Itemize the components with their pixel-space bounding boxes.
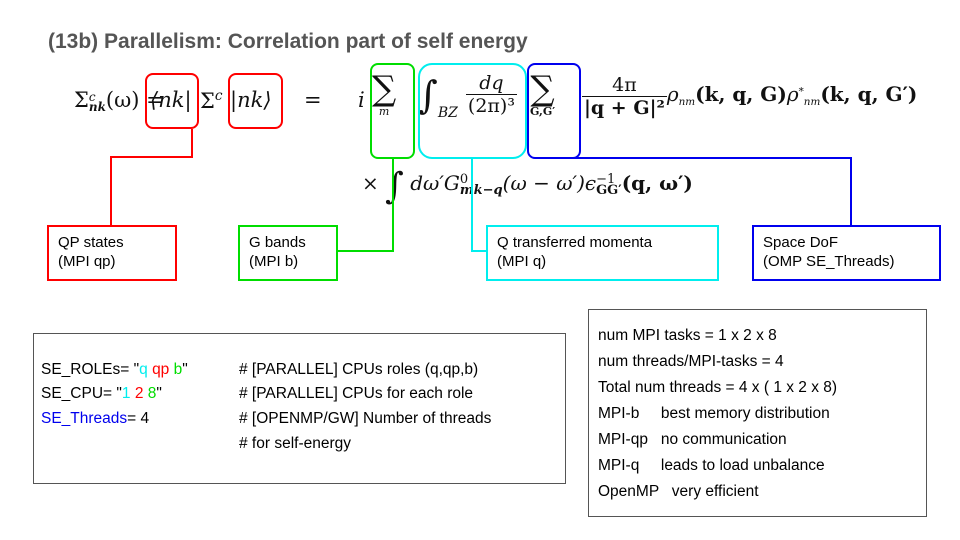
label-qp-sub: (MPI qp)	[58, 253, 116, 270]
connector-qp	[110, 129, 193, 226]
label-q-sub: (MPI q)	[497, 253, 547, 270]
summary-line: MPI-qp no communication	[598, 431, 787, 448]
label-space-title: Space DoF	[763, 234, 839, 251]
roles-b: b	[173, 361, 183, 378]
connector-q	[471, 159, 487, 252]
roles-qp: qp	[152, 361, 170, 378]
label-g-bands: G bands (MPI b)	[238, 225, 338, 281]
roles-end: "	[182, 361, 188, 378]
comment-se-threads-2: # for self-energy	[239, 435, 351, 452]
label-q-title: Q transferred momenta	[497, 234, 653, 251]
roles-key: SE_ROLEs= "	[41, 361, 140, 378]
connector-bands	[337, 159, 394, 252]
summary-line: num threads/MPI-tasks = 4	[598, 353, 784, 370]
label-bands-sub: (MPI b)	[249, 253, 299, 270]
code-se-cpu: SE_CPU= "1 2 8"	[41, 385, 162, 403]
label-qp-title: QP states	[58, 234, 124, 251]
cpu-end: "	[156, 385, 162, 402]
summary-line: MPI-q leads to load unbalance	[598, 457, 825, 474]
comment-se-cpu: # [PARALLEL] CPUs for each role	[239, 385, 474, 402]
comment-se-roles: # [PARALLEL] CPUs roles (q,qp,b)	[239, 361, 479, 378]
connector-space	[555, 157, 852, 226]
input-code-panel: SE_ROLEs= "q qp b" # [PARALLEL] CPUs rol…	[33, 333, 566, 484]
summary-line: Total num threads = 4 x ( 1 x 2 x 8)	[598, 379, 838, 396]
threads-key: SE_Threads	[41, 410, 128, 427]
label-bands-title: G bands	[249, 234, 306, 251]
summary-line: OpenMP very efficient	[598, 483, 759, 500]
code-se-roles: SE_ROLEs= "q qp b"	[41, 361, 188, 379]
label-qp-states: QP states (MPI qp)	[47, 225, 177, 281]
label-space-dof: Space DoF (OMP SE_Threads)	[752, 225, 941, 281]
summary-line: MPI-b best memory distribution	[598, 405, 830, 422]
code-se-threads: SE_Threads= 4	[41, 410, 149, 428]
label-space-sub: (OMP SE_Threads)	[763, 253, 895, 270]
summary-line: num MPI tasks = 1 x 2 x 8	[598, 327, 777, 344]
cpu-1: 1	[121, 385, 131, 402]
cpu-key: SE_CPU= "	[41, 385, 122, 402]
label-q-momenta: Q transferred momenta (MPI q)	[486, 225, 719, 281]
comment-se-threads: # [OPENMP/GW] Number of threads	[239, 410, 492, 427]
roles-q: q	[139, 361, 148, 378]
threads-eq: = 4	[127, 410, 150, 427]
cpu-2: 2	[134, 385, 144, 402]
summary-panel: num MPI tasks = 1 x 2 x 8 num threads/MP…	[588, 309, 927, 517]
